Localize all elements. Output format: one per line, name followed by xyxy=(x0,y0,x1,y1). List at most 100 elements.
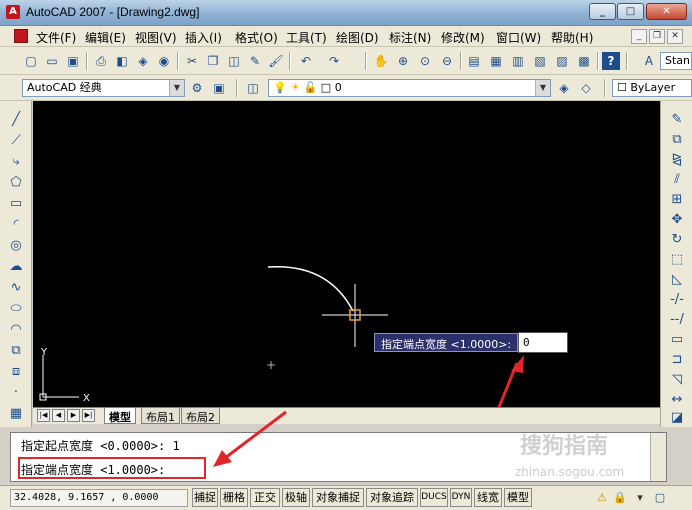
move-icon[interactable]: ✥ xyxy=(668,211,686,229)
open-icon[interactable]: ▭ xyxy=(43,52,61,70)
line-icon[interactable]: ╱ xyxy=(7,111,25,129)
revision-cloud-icon[interactable]: ☁ xyxy=(7,258,25,276)
clean-screen-icon[interactable]: ▢ xyxy=(652,490,668,506)
offset-icon[interactable]: ⫽ xyxy=(668,171,686,189)
zoom-realtime-icon[interactable]: ⊕ xyxy=(394,52,412,70)
menu-draw[interactable]: 绘图(D) xyxy=(336,29,379,46)
communication-center-icon[interactable]: ⚠ xyxy=(594,490,610,506)
rotate-icon[interactable]: ↻ xyxy=(668,231,686,249)
menu-view[interactable]: 视图(V) xyxy=(135,29,177,46)
polygon-icon[interactable]: ⬠ xyxy=(7,174,25,192)
explode-icon[interactable]: ◪ xyxy=(668,409,686,427)
workspace-settings-icon[interactable]: ⚙ xyxy=(188,79,206,97)
tab-layout2[interactable]: 布局2 xyxy=(181,408,220,424)
doc-close-button[interactable]: ✕ xyxy=(667,29,683,44)
calculator-icon[interactable]: ▩ xyxy=(575,52,593,70)
text-style-icon[interactable]: A xyxy=(640,52,658,70)
tab-model[interactable]: 模型 xyxy=(104,408,136,424)
layer-current-icon[interactable]: ◈ xyxy=(555,79,573,97)
menu-format[interactable]: 格式(O) xyxy=(235,29,278,46)
dynamic-input-field[interactable]: 0 xyxy=(518,332,568,353)
new-icon[interactable]: ▢ xyxy=(22,52,40,70)
last-tab-button[interactable]: ▶| xyxy=(82,409,95,422)
pan-icon[interactable]: ✋ xyxy=(372,52,390,70)
model-toggle[interactable]: 模型 xyxy=(504,488,532,507)
grid-toggle[interactable]: 栅格 xyxy=(220,488,248,507)
tab-layout1[interactable]: 布局1 xyxy=(141,408,180,424)
menu-modify[interactable]: 修改(M) xyxy=(441,29,485,46)
text-style-select[interactable]: Stan xyxy=(660,52,692,70)
menu-file[interactable]: 文件(F) xyxy=(36,29,76,46)
workspace-select[interactable]: AutoCAD 经典 ▼ xyxy=(22,79,185,97)
circle-icon[interactable]: ◎ xyxy=(7,237,25,255)
design-center-icon[interactable]: ▦ xyxy=(487,52,505,70)
menu-window[interactable]: 窗口(W) xyxy=(496,29,541,46)
layer-select[interactable]: 💡 ☀ 🔓 □ 0 ▼ xyxy=(268,79,551,97)
undo-icon[interactable]: ↶ xyxy=(297,52,315,70)
menu-dimension[interactable]: 标注(N) xyxy=(389,29,431,46)
save-icon[interactable]: ▣ xyxy=(64,52,82,70)
prev-tab-button[interactable]: ◀ xyxy=(52,409,65,422)
scale-icon[interactable]: ⬚ xyxy=(668,251,686,269)
first-tab-button[interactable]: |◀ xyxy=(37,409,50,422)
coordinate-readout[interactable]: 32.4028, 9.1657 , 0.0000 xyxy=(10,489,188,507)
polar-toggle[interactable]: 极轴 xyxy=(282,488,310,507)
cut-icon[interactable]: ✂ xyxy=(183,52,201,70)
doc-restore-button[interactable]: ❐ xyxy=(649,29,665,44)
arc-icon[interactable]: ◜ xyxy=(7,216,25,234)
join-icon[interactable]: ⊐ xyxy=(668,351,686,369)
publish-icon[interactable]: ◈ xyxy=(134,52,152,70)
next-tab-button[interactable]: ▶ xyxy=(67,409,80,422)
lock-toolbar-icon[interactable]: 🔒 xyxy=(612,490,628,506)
trim-icon[interactable]: -/- xyxy=(668,291,686,309)
otrack-toggle[interactable]: 对象追踪 xyxy=(366,488,418,507)
minimize-button[interactable]: _ xyxy=(589,3,616,20)
menu-edit[interactable]: 编辑(E) xyxy=(85,29,126,46)
make-block-icon[interactable]: ⧈ xyxy=(7,363,25,381)
menu-help[interactable]: 帮助(H) xyxy=(551,29,593,46)
insert-block-icon[interactable]: ⧉ xyxy=(7,342,25,360)
break-icon[interactable]: ▭ xyxy=(668,331,686,349)
osnap-toggle[interactable]: 对象捕捉 xyxy=(312,488,364,507)
fillet-icon[interactable]: ↔ xyxy=(668,391,686,409)
array-icon[interactable]: ⊞ xyxy=(668,191,686,209)
stretch-icon[interactable]: ◺ xyxy=(668,271,686,289)
layer-manager-icon[interactable]: ◫ xyxy=(244,79,262,97)
markup-icon[interactable]: ▨ xyxy=(553,52,571,70)
ellipse-arc-icon[interactable]: ◠ xyxy=(7,321,25,339)
zoom-previous-icon[interactable]: ⊖ xyxy=(438,52,456,70)
close-button[interactable]: ✕ xyxy=(646,3,687,20)
chamfer-icon[interactable]: ◹ xyxy=(668,371,686,389)
copy-object-icon[interactable]: ⧉ xyxy=(668,131,686,149)
snap-toggle[interactable]: 捕捉 xyxy=(192,488,218,507)
dyn-toggle[interactable]: DYN xyxy=(450,488,472,507)
layer-previous-icon[interactable]: ◇ xyxy=(577,79,595,97)
hatch-icon[interactable]: ▦ xyxy=(7,405,25,423)
polyline-icon[interactable]: ⤷ xyxy=(7,153,25,171)
sheet-set-icon[interactable]: ▧ xyxy=(531,52,549,70)
rectangle-icon[interactable]: ▭ xyxy=(7,195,25,213)
point-icon[interactable]: · xyxy=(7,384,25,402)
document-icon[interactable] xyxy=(14,29,28,43)
ortho-toggle[interactable]: 正交 xyxy=(250,488,280,507)
properties-icon[interactable]: ▤ xyxy=(465,52,483,70)
menu-insert[interactable]: 插入(I) xyxy=(185,29,222,46)
match-prop-icon[interactable]: ✎ xyxy=(246,52,264,70)
spline-icon[interactable]: ∿ xyxy=(7,279,25,297)
preview-icon[interactable]: ◧ xyxy=(113,52,131,70)
redo-icon[interactable]: ↷ xyxy=(325,52,343,70)
color-select[interactable]: ☐ ByLayer xyxy=(612,79,692,97)
ducs-toggle[interactable]: DUCS xyxy=(420,488,448,507)
tool-palette-icon[interactable]: ▥ xyxy=(509,52,527,70)
doc-minimize-button[interactable]: _ xyxy=(631,29,647,44)
maximize-button[interactable]: □ xyxy=(617,3,644,20)
command-scrollbar[interactable] xyxy=(650,433,666,481)
3d-publish-icon[interactable]: ◉ xyxy=(155,52,173,70)
ellipse-icon[interactable]: ⬭ xyxy=(7,300,25,318)
copy-icon[interactable]: ❐ xyxy=(204,52,222,70)
erase-icon[interactable]: ✎ xyxy=(668,111,686,129)
print-icon[interactable]: ⎙ xyxy=(92,52,110,70)
drawing-canvas[interactable]: + Y X 指定端点宽度 <1.0000>: 0 xyxy=(33,101,660,407)
construction-line-icon[interactable]: ⟋ xyxy=(7,132,25,150)
zoom-window-icon[interactable]: ⊙ xyxy=(416,52,434,70)
